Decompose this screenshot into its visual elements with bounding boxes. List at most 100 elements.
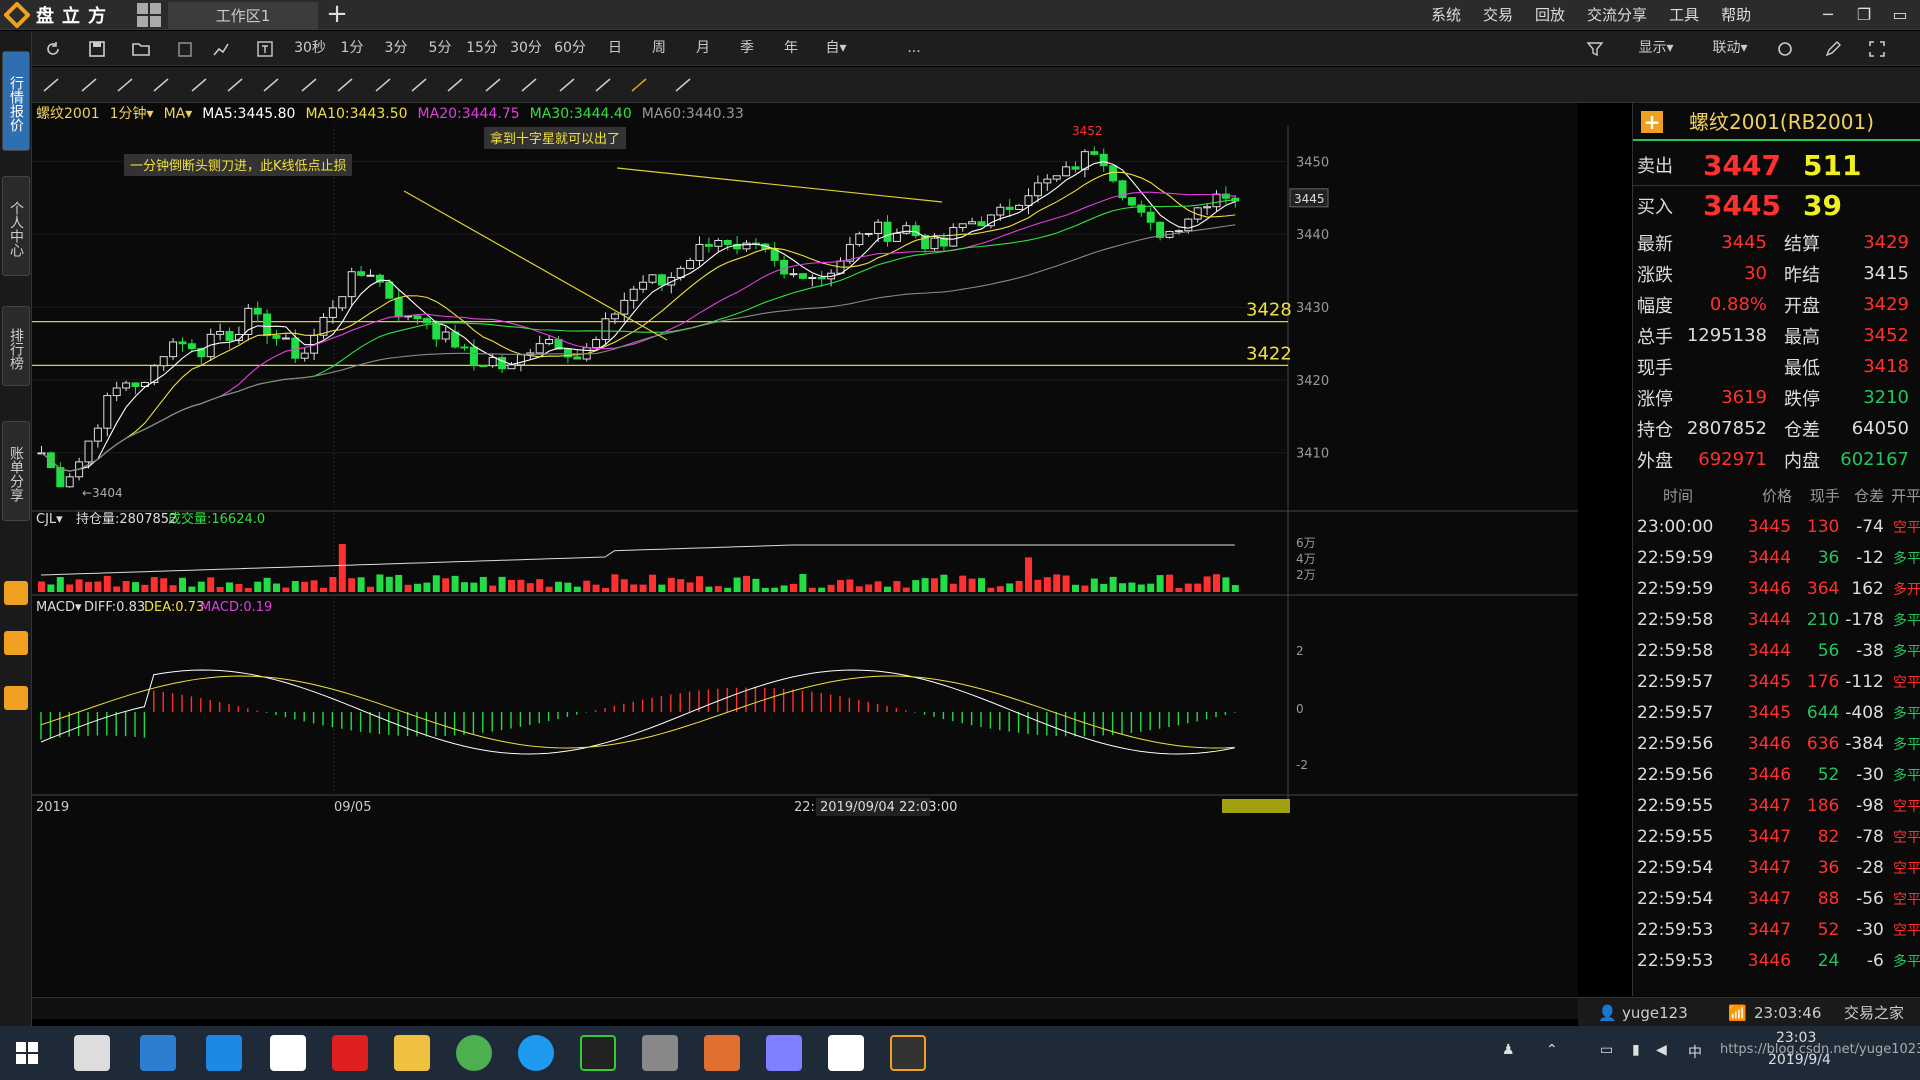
ie-icon[interactable] — [140, 1035, 176, 1071]
chart-icon[interactable] — [4, 631, 28, 655]
period-15m[interactable]: 15分 — [462, 31, 502, 65]
qq-browser-icon[interactable] — [518, 1035, 554, 1071]
refresh-icon[interactable] — [44, 40, 62, 58]
filter-icon[interactable] — [1586, 40, 1604, 58]
period-30s[interactable]: 30秒 — [290, 31, 330, 65]
tab-personal[interactable]: 个人中心 — [2, 176, 30, 276]
pycharm-icon[interactable] — [580, 1035, 616, 1071]
arrow-tool-icon[interactable] — [227, 78, 243, 92]
period-year[interactable]: 年 — [776, 31, 806, 65]
chevron-up-icon[interactable]: ⌃ — [1546, 1042, 1558, 1058]
tab-quotes[interactable]: 行情报价 — [2, 51, 30, 151]
channel-tool-icon[interactable] — [263, 78, 279, 92]
menu-replay[interactable]: 回放 — [1524, 0, 1576, 30]
text-box-icon[interactable] — [256, 40, 274, 58]
menu-trade[interactable]: 交易 — [1472, 0, 1524, 30]
period-custom[interactable]: 自▾ — [818, 31, 854, 65]
fan-tool-icon[interactable] — [447, 78, 463, 92]
period-3m[interactable]: 3分 — [378, 31, 414, 65]
more-periods[interactable]: ... — [902, 31, 926, 65]
volume-icon[interactable]: ◀ — [1656, 1042, 1667, 1058]
chart-area[interactable]: 螺纹2001 1分钟▾ MA▾ MA5:3445.80 MA10:3443.50… — [32, 103, 1578, 996]
person-icon[interactable]: ♟ — [1502, 1042, 1515, 1058]
tick-row[interactable]: 22:59:54 3447 88 -56 空平 — [1633, 883, 1920, 914]
save-icon[interactable] — [88, 40, 106, 58]
edge-icon[interactable] — [206, 1035, 242, 1071]
wh6-icon[interactable] — [828, 1035, 864, 1071]
hline-tool-icon[interactable] — [81, 78, 97, 92]
segment-tool-icon[interactable] — [43, 78, 59, 92]
battery-icon[interactable]: ▮ — [1632, 1042, 1640, 1058]
pen-icon[interactable] — [1824, 40, 1842, 58]
ma-selector[interactable]: MA▾ — [164, 103, 193, 125]
line-chart-icon[interactable] — [212, 40, 230, 58]
tick-row[interactable]: 22:59:59 3444 36 -12 多平 — [1633, 542, 1920, 573]
chart-period[interactable]: 1分钟▾ — [110, 103, 154, 125]
chrome-icon[interactable] — [456, 1035, 492, 1071]
taskbar-date[interactable]: 2019/9/4 — [1768, 1052, 1831, 1068]
drawing-tools[interactable] — [32, 67, 852, 103]
period-quarter[interactable]: 季 — [732, 31, 762, 65]
period-1m[interactable]: 1分 — [334, 31, 370, 65]
tick-row[interactable]: 23:00:00 3445 130 -74 空平 — [1633, 511, 1920, 542]
tick-row[interactable]: 22:59:55 3447 82 -78 空平 — [1633, 821, 1920, 852]
tick-row[interactable]: 22:59:58 3444 210 -178 多平 — [1633, 604, 1920, 635]
menu-system[interactable]: 系统 — [1420, 0, 1472, 30]
period-week[interactable]: 周 — [644, 31, 674, 65]
magnet-tool-icon[interactable] — [631, 78, 647, 92]
gann-tool-icon[interactable] — [411, 78, 427, 92]
taskbar-time[interactable]: 23:03 — [1776, 1030, 1816, 1046]
username[interactable]: yuge123 — [1622, 998, 1688, 1028]
tick-row[interactable]: 22:59:55 3447 186 -98 空平 — [1633, 790, 1920, 821]
replay-icon[interactable] — [4, 581, 28, 605]
vline-tool-icon[interactable] — [117, 78, 133, 92]
link-dropdown[interactable]: 联动▾ — [1700, 31, 1760, 65]
app-icon-12[interactable] — [766, 1035, 802, 1071]
fib-tool-icon[interactable] — [375, 78, 391, 92]
workspace-tab[interactable]: 工作区1 — [168, 2, 318, 30]
tick-row[interactable]: 22:59:57 3445 644 -408 多平 — [1633, 697, 1920, 728]
tick-row[interactable]: 22:59:56 3446 636 -384 多平 — [1633, 728, 1920, 759]
workspace-grid-button[interactable] — [137, 3, 161, 27]
tick-row[interactable]: 22:59:54 3447 36 -28 空平 — [1633, 852, 1920, 883]
bid-row[interactable]: 买入 3445 39 — [1633, 185, 1920, 225]
angle-tool-icon[interactable] — [485, 78, 501, 92]
app-icon-1[interactable] — [74, 1035, 110, 1071]
ime-indicator[interactable]: 中 — [1688, 1042, 1702, 1062]
youdao-icon[interactable] — [332, 1035, 368, 1071]
triangle-tool-icon[interactable] — [301, 78, 317, 92]
tick-row[interactable]: 22:59:59 3446 364 162 多开 — [1633, 573, 1920, 604]
tab-ranking[interactable]: 排行榜 — [2, 306, 30, 386]
maximize-button[interactable]: ▭ — [1882, 0, 1918, 30]
text-tool-icon[interactable] — [559, 78, 575, 92]
panlifang-icon[interactable] — [890, 1035, 926, 1071]
tick-row[interactable]: 22:59:57 3445 176 -112 空平 — [1633, 666, 1920, 697]
tick-row[interactable]: 22:59:53 3447 52 -30 空平 — [1633, 914, 1920, 945]
ruler-tool-icon[interactable] — [521, 78, 537, 92]
windows-start-icon[interactable] — [16, 1042, 38, 1064]
menu-share[interactable]: 交流分享 — [1576, 0, 1658, 30]
period-5m[interactable]: 5分 — [422, 31, 458, 65]
menu-tools[interactable]: 工具 — [1658, 0, 1710, 30]
network-icon[interactable]: ▭ — [1600, 1042, 1613, 1058]
up-arrow-tool-icon[interactable] — [595, 78, 611, 92]
minimize-button[interactable]: ─ — [1810, 0, 1846, 30]
fullscreen-icon[interactable] — [1868, 40, 1886, 58]
ray-tool-icon[interactable] — [153, 78, 169, 92]
tick-row[interactable]: 22:59:58 3444 56 -38 多平 — [1633, 635, 1920, 666]
folder-icon[interactable] — [394, 1035, 430, 1071]
period-month[interactable]: 月 — [688, 31, 718, 65]
menu-help[interactable]: 帮助 — [1710, 0, 1762, 30]
app-icon-4[interactable] — [270, 1035, 306, 1071]
app-icon-10[interactable] — [642, 1035, 678, 1071]
period-60m[interactable]: 60分 — [550, 31, 590, 65]
tick-row[interactable]: 22:59:53 3446 24 -6 多平 — [1633, 945, 1920, 976]
sync-icon[interactable] — [1776, 40, 1794, 58]
tick-row[interactable]: 22:59:56 3446 52 -30 多平 — [1633, 759, 1920, 790]
document-icon[interactable] — [4, 686, 28, 710]
ask-row[interactable]: 卖出 3447 511 — [1633, 145, 1920, 185]
add-tab-button[interactable]: + — [322, 0, 352, 30]
display-dropdown[interactable]: 显示▾ — [1626, 31, 1686, 65]
tab-bill-share[interactable]: 账单分享 — [2, 421, 30, 521]
screenshot-tool-icon[interactable] — [675, 78, 691, 92]
